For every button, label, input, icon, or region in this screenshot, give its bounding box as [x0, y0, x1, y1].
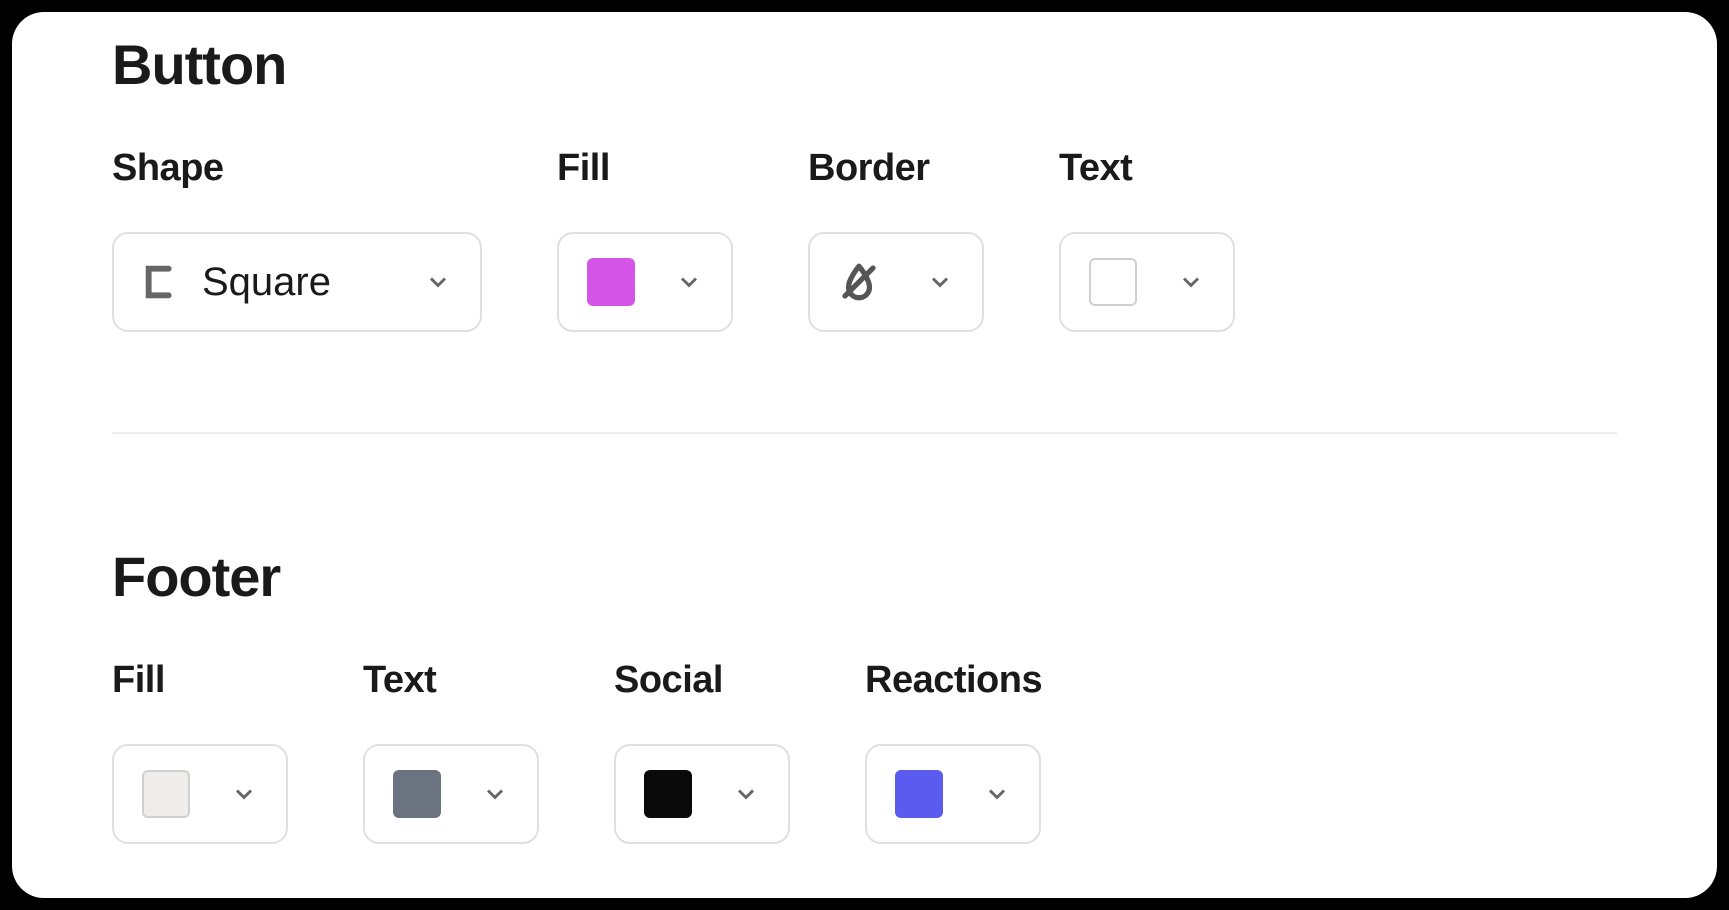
button-border-label: Border	[808, 147, 984, 190]
chevron-down-icon	[481, 780, 509, 808]
no-color-icon	[838, 261, 880, 303]
button-shape-value: Square	[202, 260, 404, 305]
chevron-down-icon	[926, 268, 954, 296]
style-settings-panel: Button Shape Square Fill	[12, 12, 1717, 898]
button-fill-dropdown[interactable]	[557, 232, 733, 332]
footer-reactions-dropdown[interactable]	[865, 744, 1041, 844]
button-border-field: Border	[808, 147, 984, 332]
footer-section-title: Footer	[112, 544, 1617, 609]
button-fill-field: Fill	[557, 147, 733, 332]
footer-text-label: Text	[363, 659, 539, 702]
button-text-label: Text	[1059, 147, 1235, 190]
section-divider	[112, 432, 1617, 434]
footer-reactions-label: Reactions	[865, 659, 1042, 702]
chevron-down-icon	[983, 780, 1011, 808]
chevron-down-icon	[732, 780, 760, 808]
footer-text-swatch	[393, 770, 441, 818]
button-border-dropdown[interactable]	[808, 232, 984, 332]
footer-reactions-swatch	[895, 770, 943, 818]
button-fill-label: Fill	[557, 147, 733, 190]
footer-reactions-field: Reactions	[865, 659, 1042, 844]
button-text-field: Text	[1059, 147, 1235, 332]
button-shape-label: Shape	[112, 147, 482, 190]
chevron-down-icon	[230, 780, 258, 808]
footer-social-dropdown[interactable]	[614, 744, 790, 844]
footer-social-field: Social	[614, 659, 790, 844]
footer-fill-swatch	[142, 770, 190, 818]
button-fill-swatch	[587, 258, 635, 306]
chevron-down-icon	[1177, 268, 1205, 296]
footer-fill-dropdown[interactable]	[112, 744, 288, 844]
chevron-down-icon	[675, 268, 703, 296]
button-text-dropdown[interactable]	[1059, 232, 1235, 332]
square-shape-icon	[142, 262, 182, 302]
button-shape-field: Shape Square	[112, 147, 482, 332]
footer-social-swatch	[644, 770, 692, 818]
footer-social-label: Social	[614, 659, 790, 702]
footer-fill-field: Fill	[112, 659, 288, 844]
button-shape-dropdown[interactable]: Square	[112, 232, 482, 332]
footer-text-dropdown[interactable]	[363, 744, 539, 844]
button-section-title: Button	[112, 32, 1617, 97]
button-controls-row: Shape Square Fill Border	[112, 147, 1617, 332]
footer-controls-row: Fill Text Social	[112, 659, 1617, 844]
chevron-down-icon	[424, 268, 452, 296]
footer-fill-label: Fill	[112, 659, 288, 702]
button-text-swatch	[1089, 258, 1137, 306]
footer-text-field: Text	[363, 659, 539, 844]
